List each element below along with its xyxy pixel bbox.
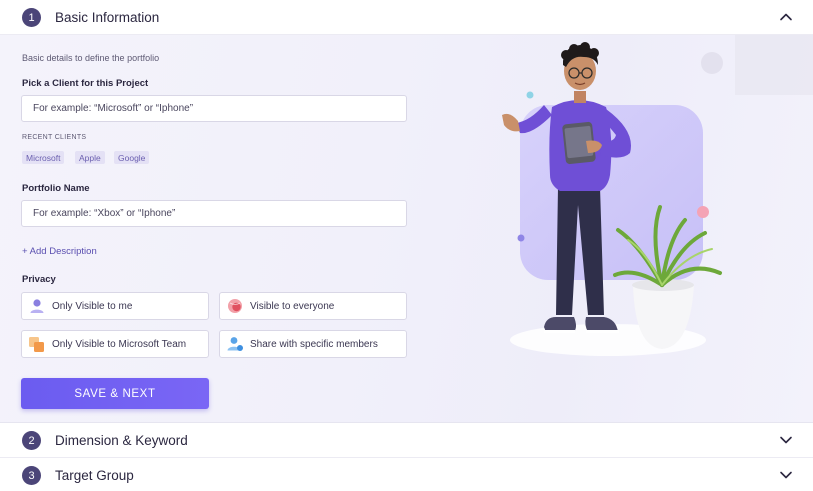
- privacy-option-label: Only Visible to Microsoft Team: [52, 338, 187, 350]
- client-input[interactable]: [21, 95, 407, 122]
- step-3-title: Target Group: [55, 468, 134, 483]
- step-3-header[interactable]: 3 Target Group: [0, 458, 813, 491]
- privacy-option-label: Only Visible to me: [52, 300, 133, 312]
- save-next-button[interactable]: SAVE & NEXT: [21, 378, 209, 409]
- recent-client-chip-microsoft[interactable]: Microsoft: [22, 151, 65, 164]
- step-2-header[interactable]: 2 Dimension & Keyword: [0, 423, 813, 458]
- person-with-tablet-illustration: [502, 35, 813, 356]
- step-2-number: 2: [22, 431, 41, 450]
- step-2-title: Dimension & Keyword: [55, 433, 188, 448]
- step-3-number: 3: [22, 466, 41, 485]
- section-subtitle: Basic details to define the portfolio: [22, 53, 160, 63]
- recent-client-chip-apple[interactable]: Apple: [75, 151, 105, 164]
- portfolio-name-label: Portfolio Name: [22, 183, 90, 194]
- share-members-icon: [226, 335, 244, 353]
- recent-clients-label: RECENT CLIENTS: [22, 134, 87, 141]
- privacy-label: Privacy: [22, 274, 56, 285]
- client-label: Pick a Client for this Project: [22, 78, 149, 89]
- chevron-up-icon[interactable]: [779, 10, 793, 24]
- chevron-down-icon[interactable]: [779, 468, 793, 482]
- add-description-link[interactable]: + Add Description: [22, 246, 97, 257]
- basic-information-panel: Basic details to define the portfolio Pi…: [0, 35, 813, 423]
- chevron-down-icon[interactable]: [779, 433, 793, 447]
- privacy-option-label: Share with specific members: [250, 338, 378, 350]
- portfolio-name-input[interactable]: [21, 200, 407, 227]
- privacy-option-label: Visible to everyone: [250, 300, 335, 312]
- globe-icon: [226, 297, 244, 315]
- privacy-option-specific-members[interactable]: Share with specific members: [219, 330, 407, 358]
- recent-client-chip-google[interactable]: Google: [114, 151, 150, 164]
- step-1-title: Basic Information: [55, 10, 160, 25]
- privacy-option-only-me[interactable]: Only Visible to me: [21, 292, 209, 320]
- step-1-number: 1: [22, 8, 41, 27]
- team-icon: [28, 335, 46, 353]
- privacy-option-microsoft-team[interactable]: Only Visible to Microsoft Team: [21, 330, 209, 358]
- privacy-option-everyone[interactable]: Visible to everyone: [219, 292, 407, 320]
- step-1-header[interactable]: 1 Basic Information: [0, 0, 813, 35]
- user-icon: [28, 297, 46, 315]
